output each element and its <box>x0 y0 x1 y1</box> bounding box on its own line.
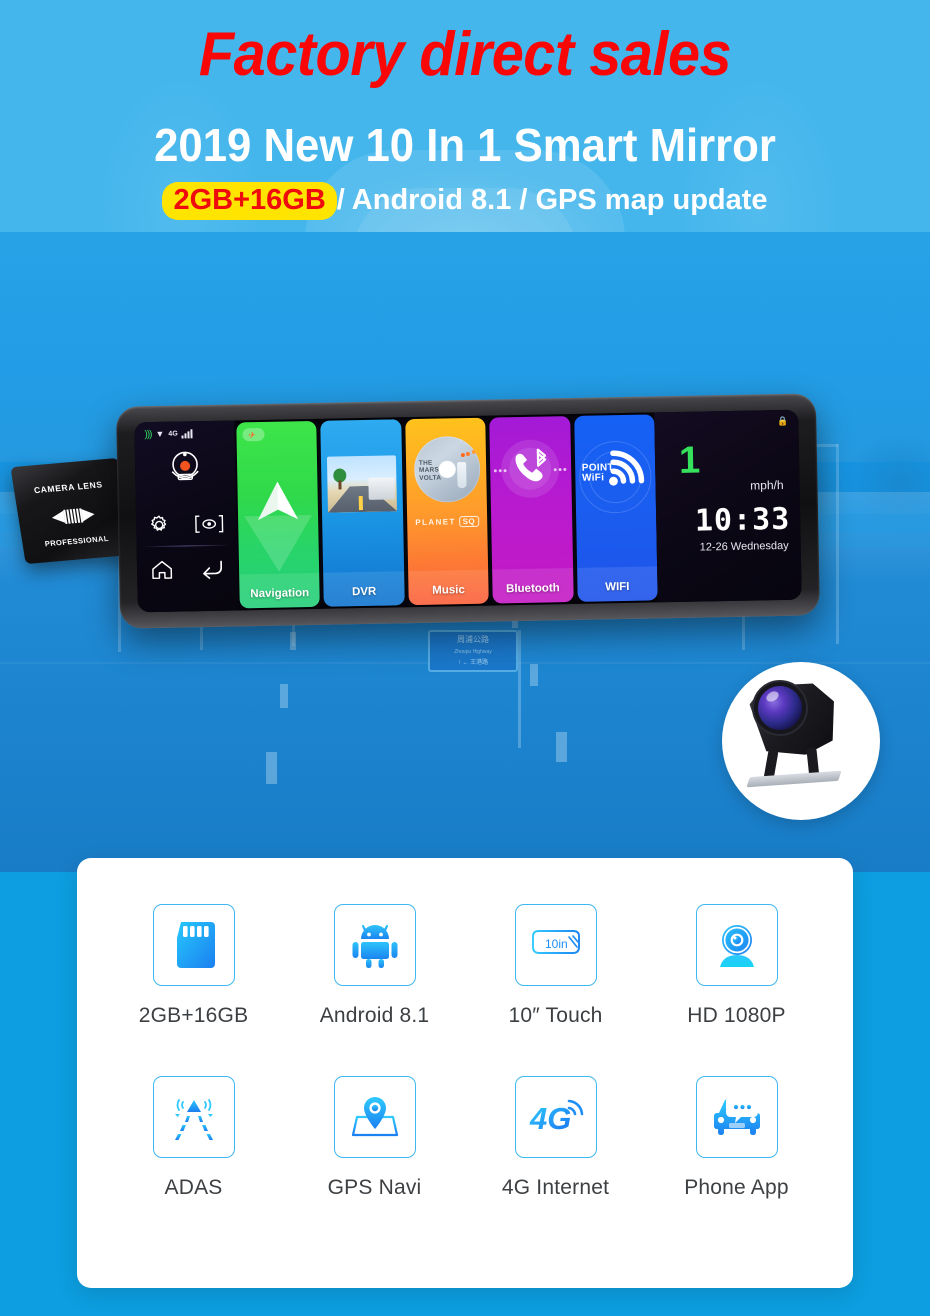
mirror-screen-icon: 10in <box>531 930 580 954</box>
album-tag: SQ <box>458 515 480 528</box>
device-status-bar: ))) ▼ 4G <box>140 426 232 442</box>
feature-icon-box: 4G <box>514 1076 597 1158</box>
feature-label: 10″ Touch <box>508 1004 603 1027</box>
home-icon[interactable] <box>149 559 173 581</box>
car-chat-icon <box>713 1097 760 1135</box>
adas-lane-icon <box>174 1099 213 1140</box>
feature-item-android[interactable]: Android 8.1 <box>284 904 465 1028</box>
feature-label: Phone App <box>684 1176 789 1199</box>
bluetooth-phone-icon <box>507 448 554 489</box>
gear-icon[interactable] <box>148 514 170 536</box>
hud-speed-unit: mph/h <box>750 477 784 493</box>
dashcam-truck <box>368 477 396 500</box>
feature-icon-box <box>152 904 235 986</box>
navigation-badge-icon: ✈ <box>242 427 265 442</box>
lens-bottom-label: PROFESSIONAL <box>44 533 110 549</box>
feature-item-touch[interactable]: 10in 10″ Touch <box>465 904 646 1028</box>
feature-item-adas[interactable]: ADAS <box>103 1076 284 1200</box>
tile-label-navigation: Navigation <box>250 587 310 601</box>
gps-signal-icon: ))) <box>144 428 152 440</box>
camera-lens-accessory: CAMERA LENS ◀||||||▶ PROFESSIONAL <box>10 457 134 565</box>
eye-bracket-icon[interactable] <box>194 514 224 535</box>
product-ad-page: Factory direct sales 2019 New 10 In 1 Sm… <box>0 0 930 1316</box>
dashcam-photo-icon <box>327 455 398 513</box>
sd-card-icon <box>176 922 215 968</box>
feature-label: Android 8.1 <box>319 1004 430 1027</box>
svg-text:4G: 4G <box>529 1101 571 1136</box>
feature-icon-box: 10in <box>514 904 597 986</box>
network-type-label: 4G <box>168 430 178 438</box>
tile-label-dvr: DVR <box>351 585 377 599</box>
tile-bluetooth[interactable]: ••• ••• Bluetooth <box>489 416 574 604</box>
device-control-panel: ))) ▼ 4G <box>134 420 238 613</box>
bluetooth-dots-right: ••• <box>553 464 568 477</box>
album-center-hole <box>440 462 454 477</box>
feature-grid: 2GB+16GB Android 8.1 10in 10″ Touch HD 1… <box>103 904 827 1200</box>
tile-music[interactable]: THE MARS VOLTA PLANET SQ Music <box>405 417 490 606</box>
4g-signal-icon: 4G <box>529 1099 583 1136</box>
rear-camera-photo-circle <box>722 662 880 820</box>
dashcam-tree-trunk <box>338 480 342 490</box>
feature-icon-box <box>333 904 416 986</box>
page-headline: Factory direct sales <box>198 20 732 89</box>
hud-speed-value: 1 <box>678 439 701 482</box>
album-caption: PLANET SQ <box>407 515 488 529</box>
tile-label-bluetooth: Bluetooth <box>505 582 560 596</box>
feature-label: 2GB+16GB <box>138 1004 249 1027</box>
hud-clock: 10:33 <box>694 501 791 539</box>
page-subheadline: 2019 New 10 In 1 Smart Mirror <box>154 119 776 171</box>
feature-icon-box <box>695 1076 778 1158</box>
feature-item-phone-app[interactable]: Phone App <box>646 1076 827 1200</box>
smart-mirror-device: ))) ▼ 4G ✈ Navigation DVR THE MARS VOLTA… <box>115 393 821 629</box>
spec-line: 2GB+16GB / Android 8.1 / GPS map update <box>0 182 930 220</box>
feature-item-4g[interactable]: 4G 4G Internet <box>465 1076 646 1200</box>
map-pin-icon <box>351 1097 398 1137</box>
back-arrow-icon[interactable] <box>198 558 224 580</box>
control-row-nav <box>137 550 238 588</box>
album-disc-icon: THE MARS VOLTA <box>413 435 481 504</box>
tile-wifi[interactable]: POINT WiFi WIFI <box>573 414 658 602</box>
rear-camera-mount-base <box>746 770 842 788</box>
feature-item-hd[interactable]: HD 1080P <box>646 904 827 1028</box>
spec-rest-text: / Android 8.1 / GPS map update <box>336 184 768 216</box>
wifi-point-icon <box>605 447 648 490</box>
feature-icon-box <box>333 1076 416 1158</box>
ram-badge: 2GB+16GB <box>162 182 337 220</box>
camera-icon[interactable] <box>165 447 206 488</box>
camera-lens-icon <box>719 925 754 967</box>
lens-top-label: CAMERA LENS <box>33 479 104 496</box>
hud-date: 12-26 Wednesday <box>699 539 789 554</box>
bluetooth-dots-left: ••• <box>493 465 509 478</box>
feature-label: ADAS <box>164 1176 223 1199</box>
tile-label-music: Music <box>432 584 465 597</box>
signal-bars-icon <box>181 428 193 438</box>
app-tile-row: ✈ Navigation DVR THE MARS VOLTA PLANET S… <box>234 412 658 610</box>
feature-item-storage[interactable]: 2GB+16GB <box>103 904 284 1028</box>
tile-label-wifi: WIFI <box>605 580 630 594</box>
svg-text:10in: 10in <box>545 937 568 951</box>
wifi-icon: ▼ <box>155 428 165 439</box>
double-arrow-icon: ◀||||||▶ <box>51 505 95 526</box>
feature-label: GPS Navi <box>327 1176 422 1199</box>
device-hud-panel: 🔒 1 mph/h 10:33 12-26 Wednesday <box>654 409 802 603</box>
mirror-screen: ))) ▼ 4G ✈ Navigation DVR THE MARS VOLTA… <box>134 409 802 613</box>
lock-icon: 🔒 <box>777 415 789 427</box>
dashcam-lane-line <box>359 496 364 511</box>
tile-navigation[interactable]: ✈ Navigation <box>236 420 321 609</box>
tile-dvr[interactable]: DVR <box>320 419 405 607</box>
album-vase <box>456 462 467 489</box>
feature-label: HD 1080P <box>687 1004 786 1027</box>
control-row-settings <box>136 506 237 542</box>
album-flower <box>465 451 470 457</box>
android-robot-icon <box>352 924 397 968</box>
feature-icon-box <box>152 1076 235 1158</box>
album-artist-text: THE MARS VOLTA <box>418 459 442 482</box>
navigation-arrow-icon <box>255 479 302 524</box>
control-divider <box>142 544 231 548</box>
feature-label: 4G Internet <box>501 1176 610 1199</box>
feature-icon-box <box>695 904 778 986</box>
feature-card: 2GB+16GB Android 8.1 10in 10″ Touch HD 1… <box>77 858 853 1288</box>
feature-item-gps[interactable]: GPS Navi <box>284 1076 465 1200</box>
